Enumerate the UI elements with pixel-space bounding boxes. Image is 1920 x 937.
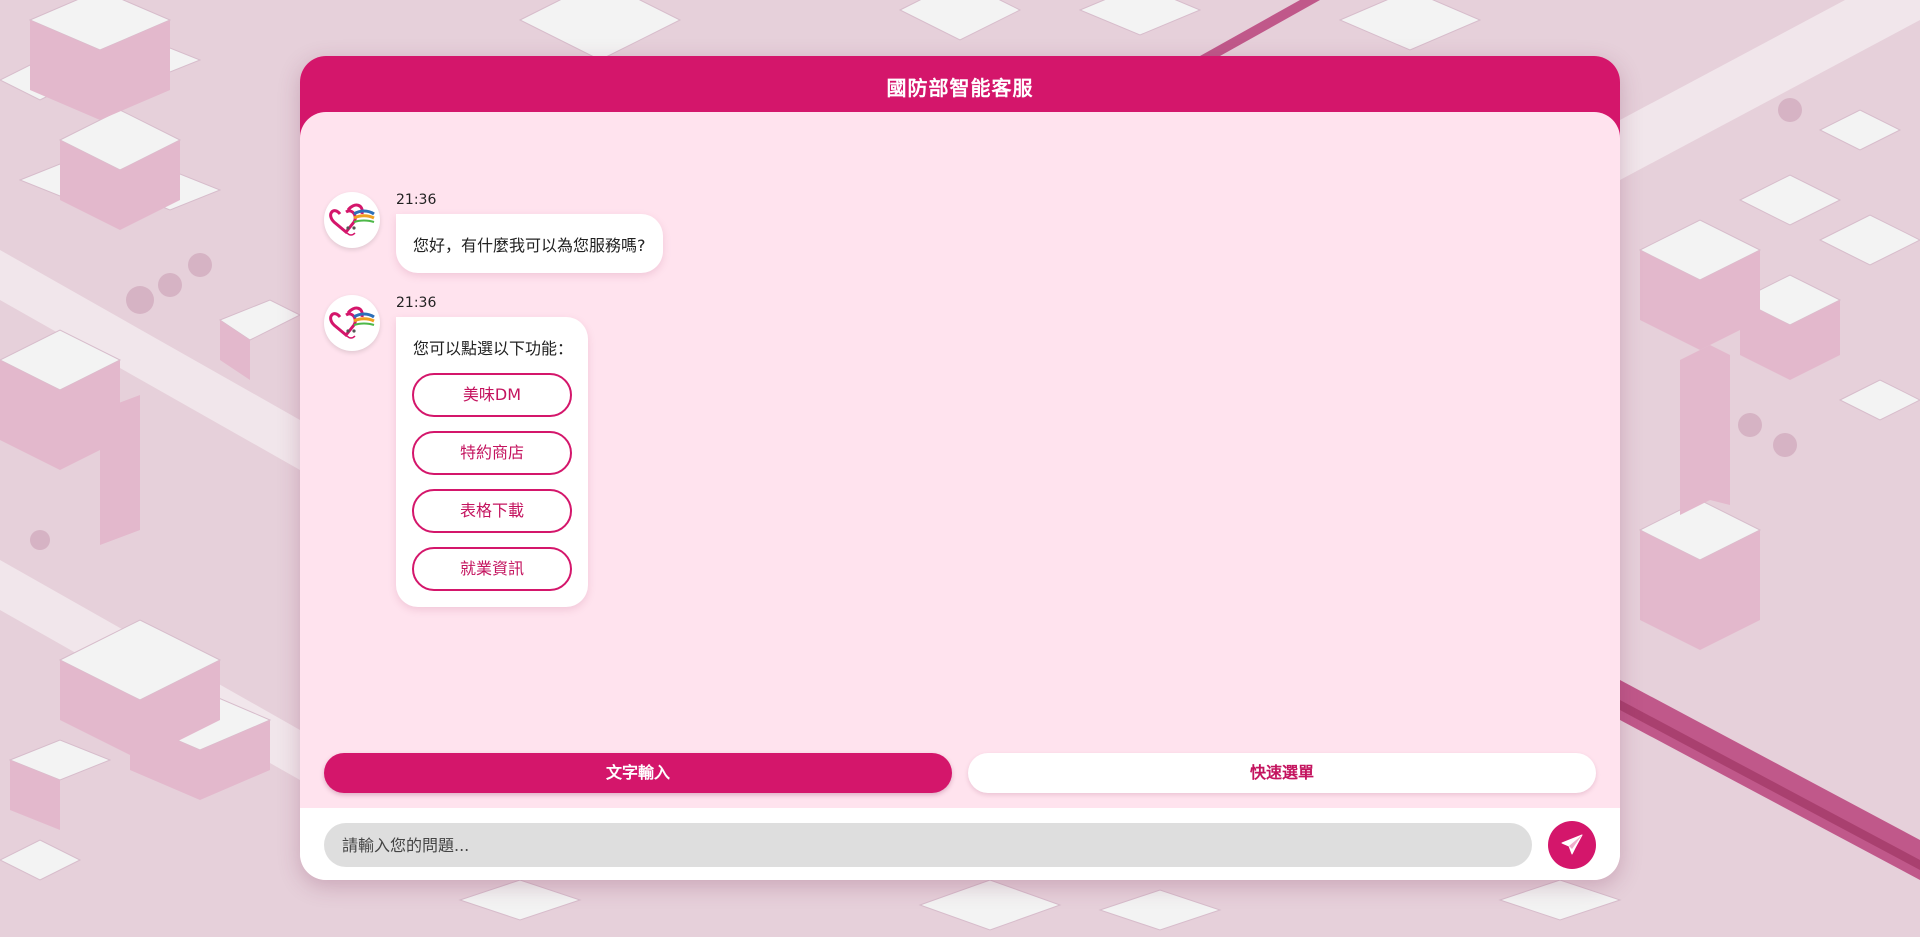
chat-title: 國防部智能客服 bbox=[886, 76, 1034, 100]
heart-logo-icon bbox=[329, 306, 375, 339]
option-button-form-download[interactable]: 表格下載 bbox=[412, 489, 572, 533]
message-text: 您可以點選以下功能： bbox=[413, 339, 574, 358]
quick-menu-mode-button[interactable]: 快速選單 bbox=[968, 753, 1596, 793]
paper-plane-icon bbox=[1561, 834, 1583, 855]
message-list[interactable]: 21:36 您好，有什麼我可以為您服務嗎? 21:36 您可以點選以下功能： 美… bbox=[300, 112, 1620, 808]
send-button[interactable] bbox=[1548, 821, 1596, 869]
text-input-mode-button[interactable]: 文字輸入 bbox=[324, 753, 952, 793]
bot-avatar bbox=[324, 192, 380, 248]
message-time: 21:36 bbox=[396, 192, 437, 208]
option-button-employment-info[interactable]: 就業資訊 bbox=[412, 547, 572, 591]
message-time: 21:36 bbox=[396, 295, 437, 311]
heart-logo-icon bbox=[329, 203, 375, 236]
message-bubble: 您好，有什麼我可以為您服務嗎? bbox=[396, 214, 663, 273]
message-text: 您好，有什麼我可以為您服務嗎? bbox=[413, 236, 646, 255]
message-bubble: 您可以點選以下功能： 美味DM 特約商店 表格下載 就業資訊 bbox=[396, 317, 588, 607]
option-button-food-dm[interactable]: 美味DM bbox=[412, 373, 572, 417]
option-button-partner-stores[interactable]: 特約商店 bbox=[412, 431, 572, 475]
question-input[interactable] bbox=[324, 823, 1532, 867]
bot-avatar bbox=[324, 295, 380, 351]
